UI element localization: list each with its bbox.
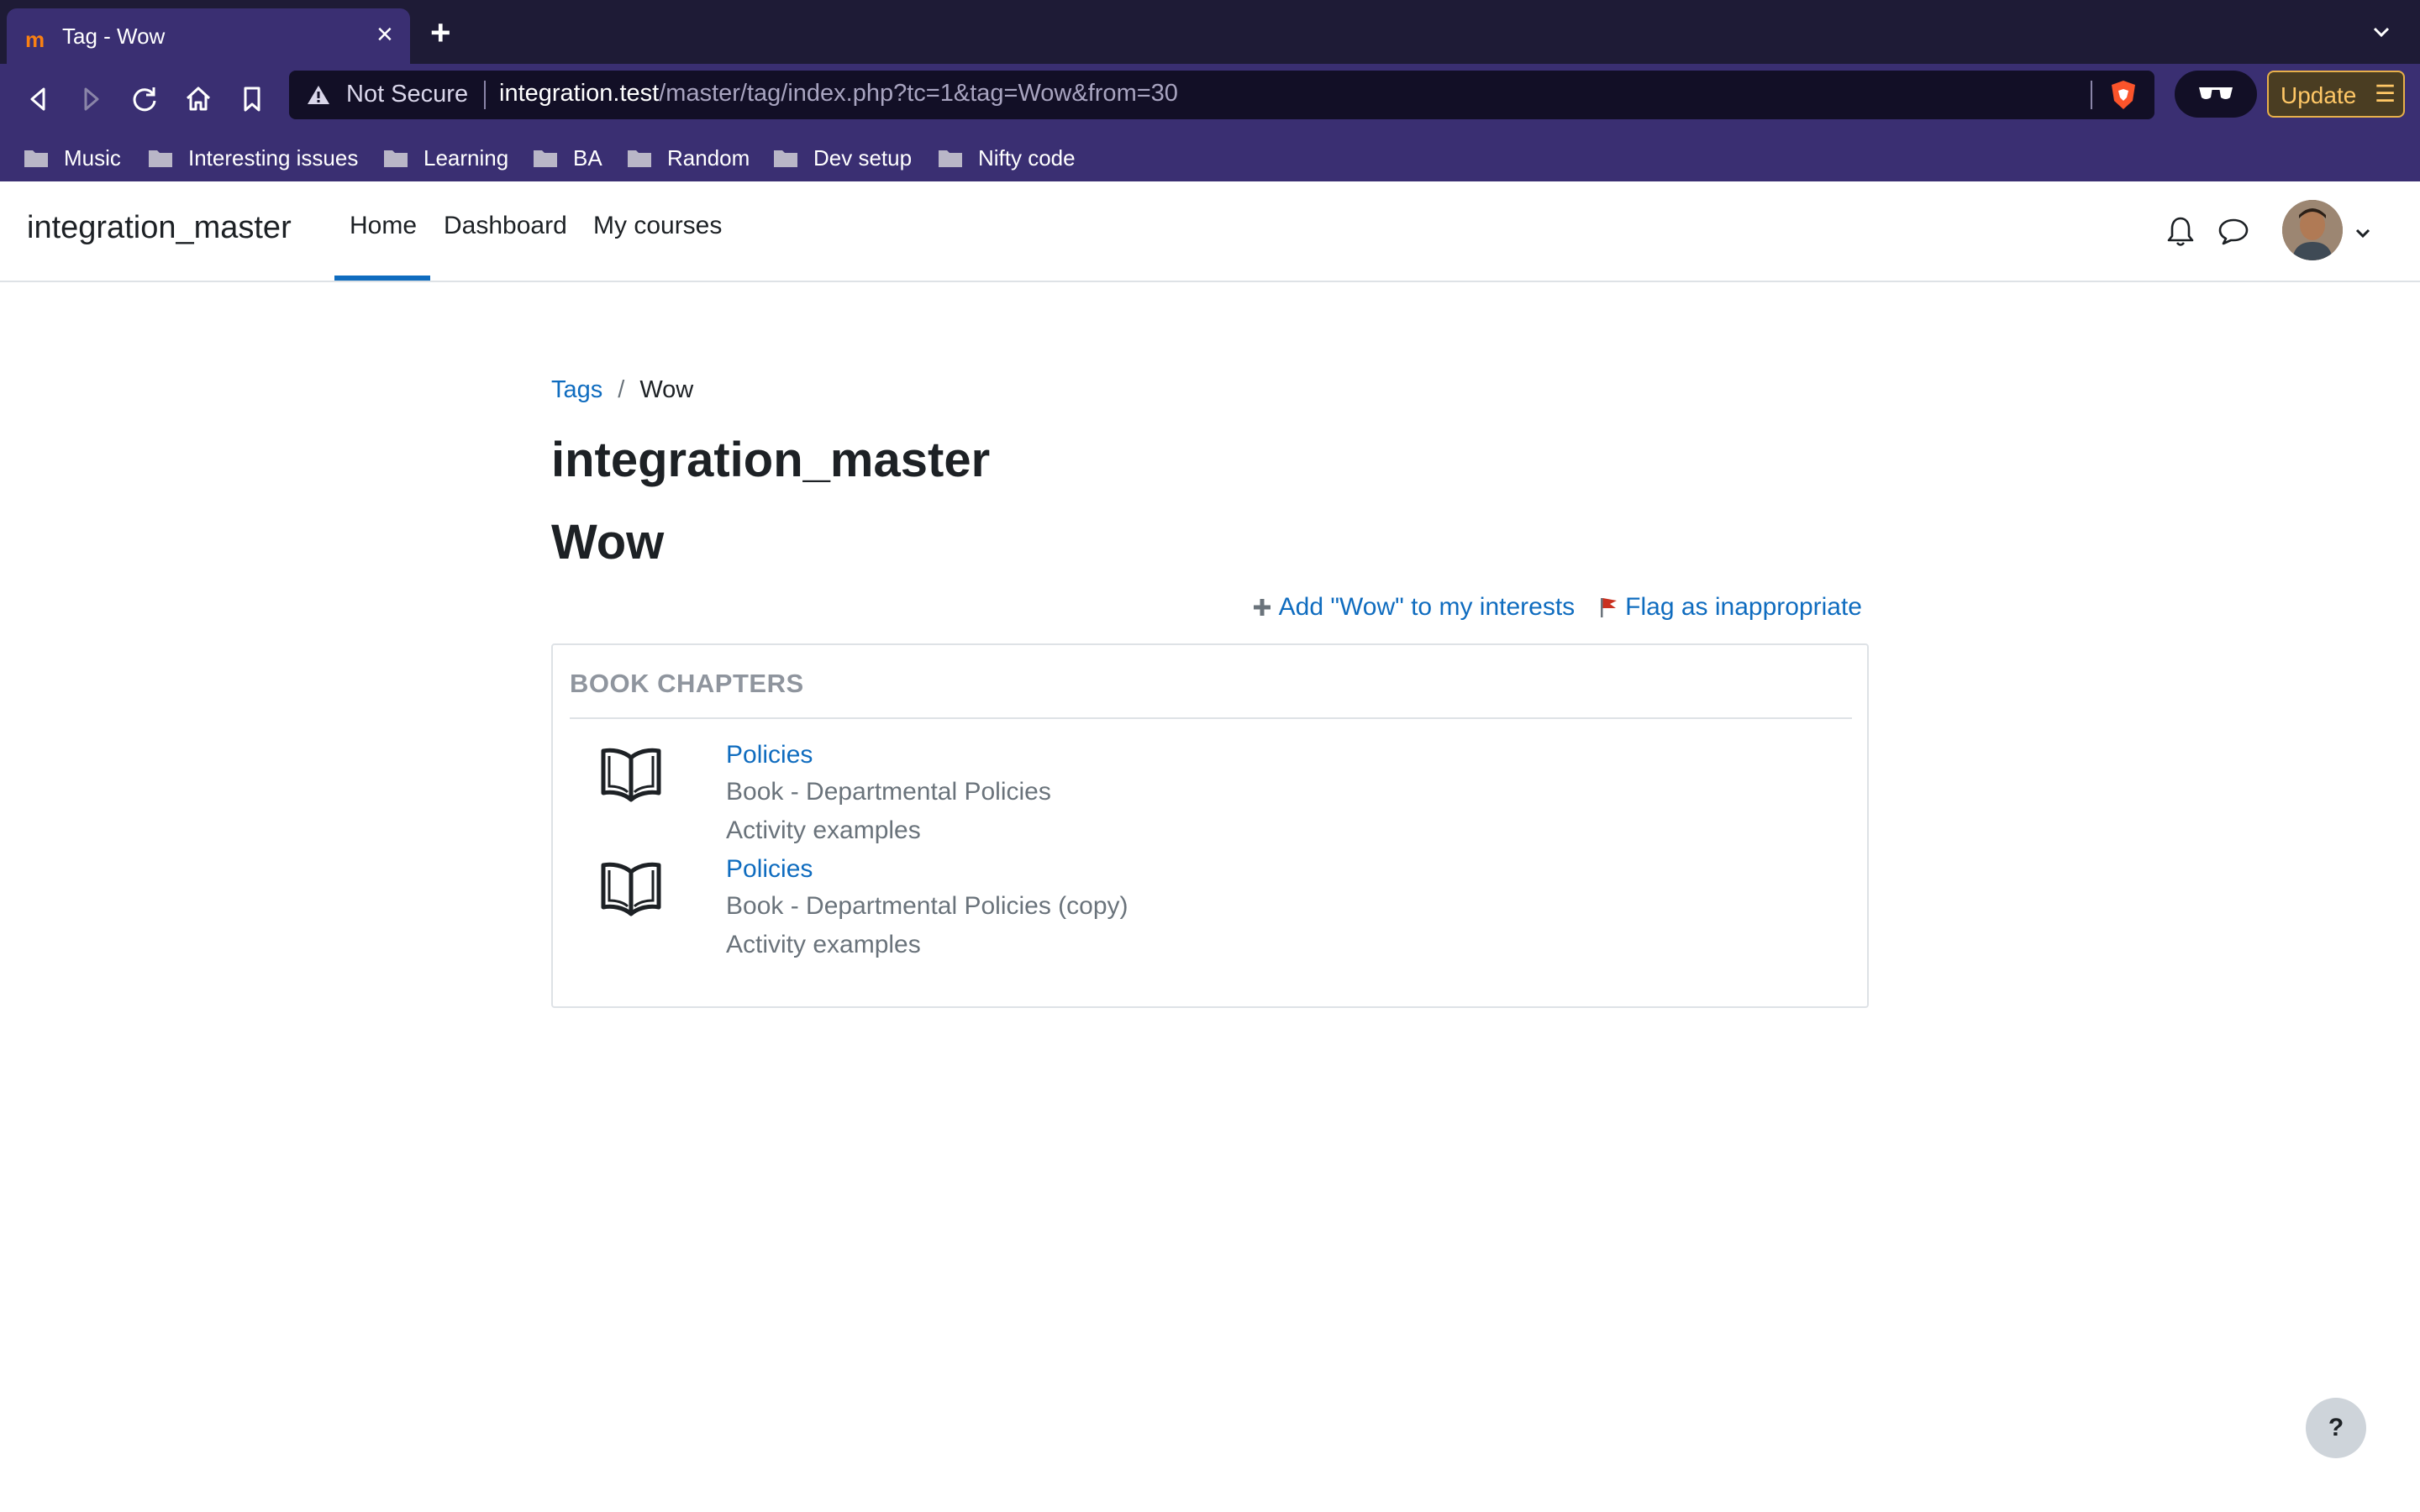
breadcrumb: Tags / Wow xyxy=(551,376,693,404)
address-bar[interactable]: Not Secure integration.test/master/tag/i… xyxy=(289,71,2154,119)
list-item: Policies Book - Departmental Policies (c… xyxy=(600,855,1776,969)
moodle-favicon-icon: m xyxy=(25,27,45,52)
bookmark-folder[interactable]: Random xyxy=(627,143,750,173)
add-interest-label: Add "Wow" to my interests xyxy=(1278,593,1576,621)
section-divider xyxy=(570,717,1852,719)
plus-icon xyxy=(1253,599,1270,616)
folder-icon xyxy=(384,150,408,167)
bookmark-folder[interactable]: Dev setup xyxy=(773,143,912,173)
breadcrumb-separator: / xyxy=(618,376,625,403)
browser-toolbar: Not Secure integration.test/master/tag/i… xyxy=(0,64,2420,181)
folder-icon xyxy=(534,150,557,167)
book-icon xyxy=(601,748,661,802)
tab-list-chevron-icon[interactable] xyxy=(2370,20,2393,44)
url-divider xyxy=(484,81,486,109)
bookmark-label: BA xyxy=(573,144,602,171)
close-tab-icon[interactable]: × xyxy=(376,20,393,49)
back-icon[interactable] xyxy=(20,81,57,118)
url-host: integration.test xyxy=(499,80,660,107)
browser-tab[interactable]: m Tag - Wow × xyxy=(7,8,410,64)
url-text[interactable]: integration.test/master/tag/index.php?tc… xyxy=(499,80,1178,108)
tag-actions: Add "Wow" to my interests Flag as inappr… xyxy=(1252,593,1862,622)
tab-title: Tag - Wow xyxy=(62,24,166,49)
chapter-link[interactable]: Policies xyxy=(726,741,813,769)
help-button[interactable]: ? xyxy=(2306,1398,2366,1458)
book-chapters-card: BOOK CHAPTERS Policies Book - Department… xyxy=(551,643,1869,1008)
course-name: Activity examples xyxy=(726,816,921,844)
update-label: Update xyxy=(2281,82,2357,108)
site-brand[interactable]: integration_master xyxy=(27,210,292,246)
bookmark-label: Dev setup xyxy=(813,144,913,171)
folder-icon xyxy=(939,150,962,167)
book-icon xyxy=(601,862,661,916)
bookmark-label: Learning xyxy=(424,144,509,171)
tag-heading: Wow xyxy=(551,515,665,570)
messages-icon[interactable] xyxy=(2217,217,2250,247)
glasses-icon xyxy=(2199,87,2233,99)
user-photo-icon xyxy=(2282,200,2343,260)
folder-icon xyxy=(628,150,651,167)
flag-label: Flag as inappropriate xyxy=(1625,593,1862,621)
brave-shield-icon[interactable] xyxy=(2109,79,2138,111)
notifications-bell-icon[interactable] xyxy=(2165,215,2196,249)
bookmark-folder[interactable]: Learning xyxy=(383,143,508,173)
list-item: Policies Book - Departmental Policies Ac… xyxy=(600,741,1776,855)
folder-icon xyxy=(774,150,797,167)
bookmark-folder[interactable]: Interesting issues xyxy=(148,143,358,173)
bookmark-label: Interesting issues xyxy=(188,144,359,171)
flag-icon xyxy=(1601,598,1618,617)
home-icon[interactable] xyxy=(180,81,217,118)
breadcrumb-tags-link[interactable]: Tags xyxy=(551,376,602,403)
bookmark-folder[interactable]: Music xyxy=(24,143,121,173)
bookmarks-bar: Music Interesting issues Learning BA Ran… xyxy=(0,134,2420,181)
reader-mode-button[interactable] xyxy=(2175,71,2257,118)
security-label[interactable]: Not Secure xyxy=(346,81,468,108)
nav-my-courses[interactable]: My courses xyxy=(593,212,722,240)
section-title: BOOK CHAPTERS xyxy=(570,669,804,698)
url-divider-right xyxy=(2091,81,2092,109)
nav-dashboard[interactable]: Dashboard xyxy=(444,212,567,240)
bookmark-icon[interactable] xyxy=(234,81,271,118)
bookmark-label: Nifty code xyxy=(978,144,1076,171)
course-name: Activity examples xyxy=(726,931,921,958)
folder-icon xyxy=(149,150,172,167)
user-menu-chevron-icon[interactable] xyxy=(2353,223,2373,244)
nav-home[interactable]: Home xyxy=(350,212,417,240)
bookmark-label: Music xyxy=(64,144,121,171)
forward-icon[interactable] xyxy=(72,81,109,118)
active-nav-indicator xyxy=(334,276,430,281)
chapter-link[interactable]: Policies xyxy=(726,855,813,884)
browser-tab-strip: m Tag - Wow × + xyxy=(0,0,2420,64)
bookmark-folder[interactable]: Nifty code xyxy=(938,143,1076,173)
breadcrumb-current: Wow xyxy=(639,376,694,403)
new-tab-icon[interactable]: + xyxy=(430,15,451,50)
book-name: Book - Departmental Policies (copy) xyxy=(726,892,1128,920)
warning-icon xyxy=(308,86,329,104)
bookmark-folder[interactable]: BA xyxy=(533,143,602,173)
folder-icon xyxy=(24,150,48,167)
bookmark-label: Random xyxy=(667,144,750,171)
add-interest-link[interactable]: Add "Wow" to my interests xyxy=(1252,593,1576,622)
book-name: Book - Departmental Policies xyxy=(726,778,1051,806)
user-avatar[interactable] xyxy=(2282,200,2343,260)
url-path: /master/tag/index.php?tc=1&tag=Wow&from=… xyxy=(659,80,1178,107)
update-button[interactable]: Update ☰ xyxy=(2267,71,2405,118)
site-navbar: integration_master Home Dashboard My cou… xyxy=(0,181,2420,282)
menu-icon: ☰ xyxy=(2375,81,2396,107)
reload-icon[interactable] xyxy=(126,81,163,118)
site-heading: integration_master xyxy=(551,433,991,487)
flag-inappropriate-link[interactable]: Flag as inappropriate xyxy=(1598,593,1862,622)
